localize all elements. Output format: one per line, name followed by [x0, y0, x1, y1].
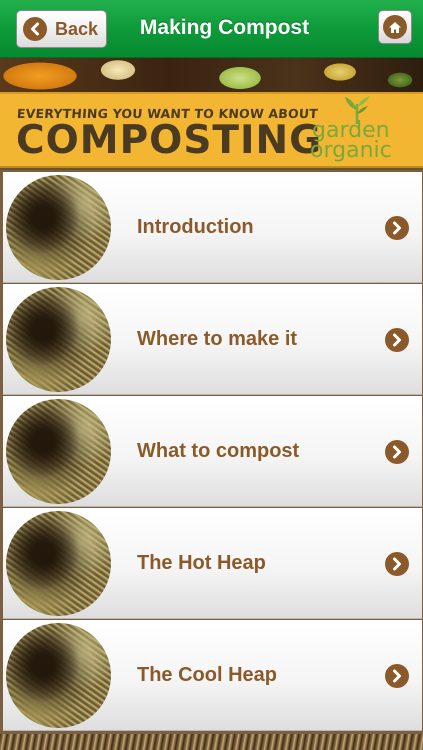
chevron-right-icon [385, 552, 409, 576]
compost-thumbnail [6, 399, 111, 504]
list-item-the-cool-heap[interactable]: The Cool Heap [3, 620, 422, 731]
compost-thumbnail [6, 623, 111, 728]
compost-thumbnail [6, 175, 111, 280]
list-item-label: Where to make it [137, 328, 298, 350]
chevron-right-icon [385, 440, 409, 464]
composting-banner: EVERYTHING YOU WANT TO KNOW ABOUT COMPOS… [0, 92, 423, 168]
brand-word-organic: organic [310, 138, 392, 163]
list-item-label: The Cool Heap [137, 664, 278, 686]
home-button[interactable] [378, 10, 412, 44]
list-item-introduction[interactable]: Introduction [3, 172, 422, 283]
compost-texture-footer [0, 734, 423, 750]
compost-photo-strip [0, 58, 423, 92]
compost-thumbnail [6, 511, 111, 616]
list-item-label: Introduction [137, 216, 254, 238]
banner-title: COMPOSTING [16, 118, 323, 163]
chevron-right-icon [385, 216, 409, 240]
list-item-the-hot-heap[interactable]: The Hot Heap [3, 508, 422, 619]
compost-thumbnail [6, 287, 111, 392]
garden-organic-logo: garden organic [304, 96, 416, 168]
list-item-label: What to compost [137, 440, 300, 462]
app-screen: Back Making Compost EVERYTHING YOU WANT … [0, 0, 423, 750]
home-icon [383, 15, 407, 39]
list-item-where-to-make-it[interactable]: Where to make it [3, 284, 422, 395]
chevron-right-icon [385, 328, 409, 352]
list-item-label: The Hot Heap [137, 552, 266, 574]
page-title: Making Compost [139, 16, 310, 39]
list-item-what-to-compost[interactable]: What to compost [3, 396, 422, 507]
navigation-bar: Back Making Compost [0, 0, 423, 58]
topics-list: Introduction Where to make it What to co… [0, 170, 423, 734]
chevron-right-icon [385, 664, 409, 688]
